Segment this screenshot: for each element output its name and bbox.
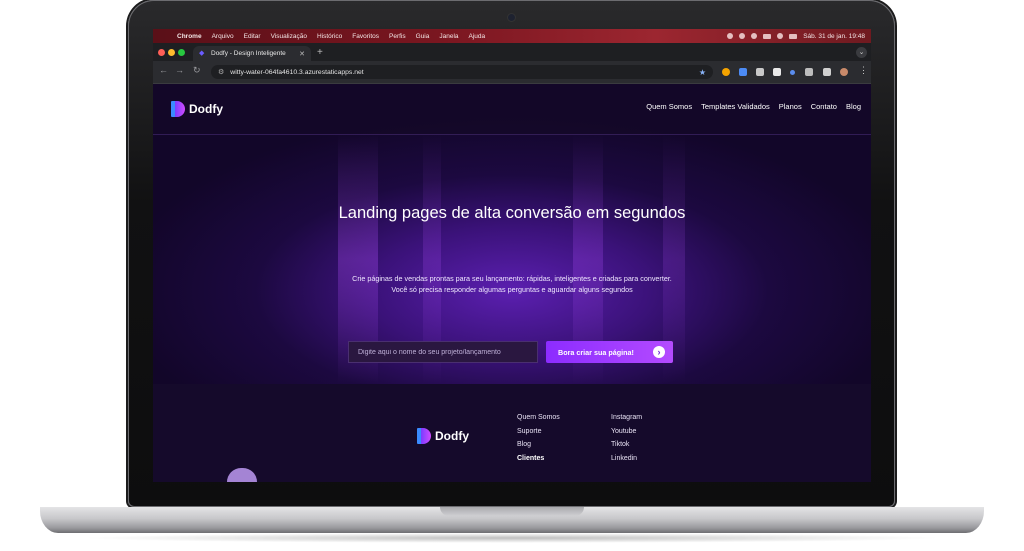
create-page-button[interactable]: Bora criar sua página! › [546, 341, 673, 363]
wifi-icon[interactable] [751, 33, 758, 39]
extension-1-icon[interactable] [722, 68, 730, 76]
extension-2-icon[interactable] [739, 68, 747, 76]
menubar-clock[interactable]: Sáb. 31 de jan. 19:48 [803, 33, 865, 40]
browser-tab-active[interactable]: ◆ Dodfy - Design Inteligente ✕ [193, 46, 311, 61]
menu-item-visualizacao[interactable]: Visualização [271, 33, 307, 40]
battery-icon[interactable] [763, 33, 772, 39]
spotlight-search-icon[interactable] [777, 33, 784, 39]
footer-link-blog[interactable]: Blog [517, 441, 560, 450]
site-nav: Quem Somos Templates Validados Planos Co… [646, 102, 861, 111]
bookmark-star-icon[interactable]: ★ [699, 68, 706, 77]
project-name-input[interactable] [348, 341, 538, 363]
footer-link-tiktok[interactable]: Tiktok [611, 441, 642, 450]
nav-link-quem-somos[interactable]: Quem Somos [646, 102, 692, 111]
browser-tabbar: ◆ Dodfy - Design Inteligente ✕ + ⌄ [153, 43, 871, 61]
hero-subtitle-line-1: Crie páginas de vendas prontas para seu … [352, 274, 672, 283]
tab-title: Dodfy - Design Inteligente [211, 50, 286, 57]
extension-5-icon[interactable] [790, 70, 795, 75]
reload-icon[interactable]: ↻ [193, 65, 201, 76]
extensions-puzzle-icon[interactable] [805, 68, 813, 76]
site-header: Dodfy Quem Somos Templates Validados Pla… [153, 84, 871, 135]
menu-item-perfis[interactable]: Perfis [389, 33, 406, 40]
site-logo[interactable]: Dodfy [171, 101, 223, 117]
nav-link-templates[interactable]: Templates Validados [701, 102, 770, 111]
tab-search-chevron-icon[interactable]: ⌄ [856, 47, 867, 58]
camera [508, 14, 515, 21]
logo-text: Dodfy [189, 102, 223, 116]
nav-link-blog[interactable]: Blog [846, 102, 861, 111]
arrow-right-icon: › [653, 346, 665, 358]
footer-link-quem-somos[interactable]: Quem Somos [517, 414, 560, 423]
create-page-button-label: Bora criar sua página! [558, 347, 634, 357]
forward-arrow-icon[interactable]: → [175, 65, 184, 75]
footer-column-links: Quem Somos Suporte Blog Clientes [517, 414, 560, 464]
new-tab-icon[interactable]: + [317, 47, 323, 58]
dodfy-logo-icon [417, 428, 431, 444]
laptop-shadow [80, 533, 944, 543]
browser-toolbar: ← → ↻ ⚙ witty-water-064fa4610.3.azuresta… [153, 61, 871, 84]
back-arrow-icon[interactable]: ← [159, 65, 168, 75]
menu-item-historico[interactable]: Histórico [317, 33, 342, 40]
nav-link-contato[interactable]: Contato [811, 102, 837, 111]
status-timer-icon[interactable] [739, 33, 746, 39]
mac-menubar: Chrome Arquivo Editar Visualização Histó… [153, 29, 871, 43]
nav-link-planos[interactable]: Planos [779, 102, 802, 111]
extension-4-icon[interactable] [773, 68, 781, 76]
footer-link-instagram[interactable]: Instagram [611, 414, 642, 423]
hero-title: Landing pages de alta conversão em segun… [338, 204, 686, 222]
status-record-icon[interactable] [727, 33, 734, 39]
menu-item-editar[interactable]: Editar [244, 33, 261, 40]
footer-column-social: Instagram Youtube Tiktok Linkedin [611, 414, 642, 464]
menubar-status-area: Sáb. 31 de jan. 19:48 [727, 33, 865, 40]
address-url[interactable]: witty-water-064fa4610.3.azurestaticapps.… [230, 69, 363, 76]
footer-link-youtube[interactable]: Youtube [611, 428, 642, 437]
website: Dodfy Quem Somos Templates Validados Pla… [153, 84, 871, 482]
window-minimize-icon[interactable] [168, 49, 175, 56]
dodfy-favicon-icon: ◆ [199, 50, 205, 57]
laptop-screen: Chrome Arquivo Editar Visualização Histó… [153, 29, 871, 482]
dodfy-logo-icon [171, 101, 185, 117]
address-bar[interactable]: ⚙ witty-water-064fa4610.3.azurestaticapp… [211, 65, 713, 79]
footer-link-linkedin[interactable]: Linkedin [611, 455, 642, 464]
window-zoom-icon[interactable] [178, 49, 185, 56]
hero-subtitle: Crie páginas de vendas prontas para seu … [282, 273, 742, 295]
menu-item-ajuda[interactable]: Ajuda [469, 33, 486, 40]
site-footer: Dodfy Quem Somos Suporte Blog Clientes I… [153, 384, 871, 482]
menu-item-guia[interactable]: Guia [416, 33, 430, 40]
site-info-icon[interactable]: ⚙ [218, 68, 224, 76]
profile-avatar[interactable] [840, 68, 848, 76]
menu-item-arquivo[interactable]: Arquivo [212, 33, 234, 40]
browser-menu-icon[interactable]: ⋮ [859, 65, 868, 76]
download-icon[interactable] [823, 68, 831, 76]
laptop-notch [440, 507, 584, 516]
menu-app-name[interactable]: Chrome [177, 33, 202, 40]
menu-item-janela[interactable]: Janela [439, 33, 458, 40]
footer-link-suporte[interactable]: Suporte [517, 428, 560, 437]
extension-3-icon[interactable] [756, 68, 764, 76]
footer-link-clientes[interactable]: Clientes [517, 455, 560, 464]
footer-logo-text: Dodfy [435, 429, 469, 443]
window-close-icon[interactable] [158, 49, 165, 56]
tab-close-icon[interactable]: ✕ [299, 50, 305, 58]
footer-logo[interactable]: Dodfy [417, 428, 469, 444]
menu-item-favoritos[interactable]: Favoritos [352, 33, 379, 40]
hero-subtitle-line-2: Você só precisa responder algumas pergun… [391, 285, 633, 294]
control-center-icon[interactable] [789, 33, 798, 39]
